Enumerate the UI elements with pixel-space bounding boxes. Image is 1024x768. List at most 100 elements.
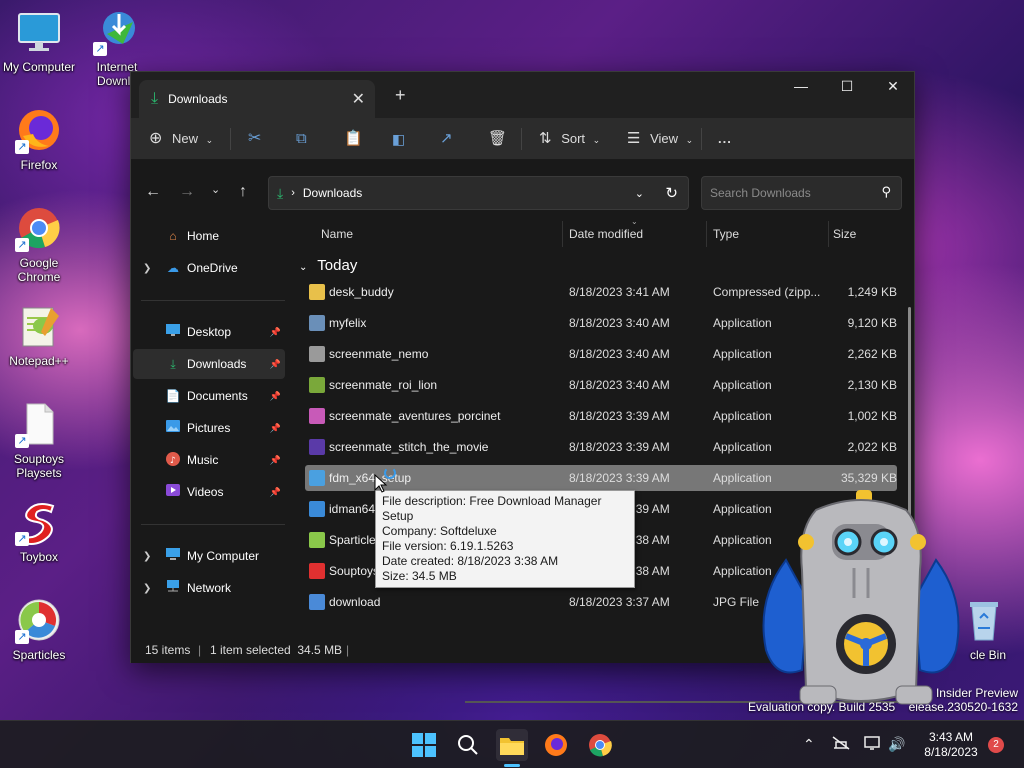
pin-icon[interactable]: 📌 [270,327,281,338]
search-icon[interactable]: ⚲ [881,184,891,200]
file-date-modified: 8/18/2023 3:40 AM [569,378,670,392]
taskbar: ⌃ 🔊 3:43 AM 8/18/2023 2 [0,720,1024,768]
pin-icon[interactable]: 📌 [270,359,281,370]
file-date-modified: 8/18/2023 3:39 AM [569,409,670,423]
volume-icon[interactable]: 🔊 [888,736,905,753]
pin-icon[interactable]: 📌 [270,455,281,466]
expand-chevron-icon[interactable]: ❯ [143,583,151,594]
desktop-icon-my-computer[interactable]: My Computer [1,8,77,74]
column-header-size[interactable]: Size [833,227,856,241]
show-hidden-icons-button[interactable]: ⌃ [803,736,815,753]
share-button[interactable]: ↗ [440,128,453,150]
nav-item-label: Downloads [187,357,247,371]
active-app-indicator [504,764,520,767]
rename-button[interactable]: ◧ [392,128,405,150]
paste-button[interactable]: 📋 [344,128,363,150]
network-status-icon[interactable] [832,736,850,753]
nav-item-downloads[interactable]: ⤓ Downloads 📌 [133,349,285,379]
minimize-button[interactable]: — [778,72,824,102]
nav-item-network[interactable]: ❯ Network [133,573,285,603]
close-window-button[interactable]: ✕ [870,72,916,102]
sort-button-label: Sort [561,131,586,146]
address-dropdown-icon[interactable]: ⌄ [635,187,644,200]
expand-chevron-icon[interactable]: ❯ [143,263,151,274]
column-divider [706,221,707,247]
maximize-button[interactable]: ☐ [824,72,870,102]
desktop-icon-google-chrome[interactable]: ↗ Google Chrome [1,204,77,284]
expand-chevron-icon[interactable]: ❯ [143,551,151,562]
shortcut-arrow-icon: ↗ [15,140,29,154]
cut-button[interactable]: ✂ [248,128,261,150]
file-type-icon [309,284,325,300]
desktop-icon-notepad-plus-plus[interactable]: Notepad++ [1,302,77,368]
close-tab-icon[interactable]: ✕ [352,89,365,109]
shortcut-arrow-icon: ↗ [15,434,29,448]
notification-badge[interactable]: 2 [988,737,1004,753]
new-tab-button[interactable]: + [395,85,406,106]
copy-button[interactable]: ⧉ [296,128,307,150]
desktop-icon-toybox[interactable]: ↗ Toybox [1,498,77,564]
file-row[interactable]: screenmate_nemo 8/18/2023 3:40 AM Applicat… [305,341,897,367]
refresh-icon[interactable]: ↻ [665,184,678,202]
display-icon[interactable] [864,736,882,753]
internet-download-manager-icon: ↗ [93,8,141,56]
taskbar-file-explorer[interactable] [496,729,528,767]
taskbar-chrome[interactable] [584,729,616,761]
scissors-icon: ✂ [248,130,262,147]
nav-item-music[interactable]: ♪ Music 📌 [133,445,285,475]
pin-icon[interactable]: 📌 [270,423,281,434]
recent-locations-button[interactable]: ⌄ [211,183,220,196]
more-options-button[interactable]: ... [718,128,732,150]
desk-buddy-robot[interactable] [756,490,966,710]
file-type: JPG File [713,595,760,609]
share-icon: ↗ [440,130,453,147]
group-header-today[interactable]: ⌄ Today [299,257,357,274]
nav-item-videos[interactable]: Videos 📌 [133,477,285,507]
forward-button[interactable]: → [179,183,195,201]
nav-item-desktop[interactable]: Desktop 📌 [133,317,285,347]
nav-item-documents[interactable]: 📄 Documents 📌 [133,381,285,411]
shortcut-arrow-icon: ↗ [15,630,29,644]
address-bar[interactable]: ⤓ › Downloads ⌄ ↻ [268,176,689,210]
file-row[interactable]: screenmate_roi_lion 8/18/2023 3:40 AM Appl… [305,372,897,398]
desktop-icon-souptoys-playsets[interactable]: ↗ Souptoys Playsets [1,400,77,480]
column-header-type[interactable]: Type [713,227,739,241]
clock-time: 3:43 AM [928,730,974,744]
file-date-modified: 8/18/2023 3:39 AM [569,471,670,485]
file-row[interactable]: screenmate_aventures_porcinet 8/18/2023 3… [305,403,897,429]
desktop-icon-firefox[interactable]: ↗ Firefox [1,106,77,172]
tab-downloads[interactable]: ⤓ Downloads ✕ [139,80,375,118]
breadcrumb-downloads[interactable]: Downloads [303,186,362,200]
file-size: 2,130 KB [847,378,897,392]
download-icon: ⤓ [151,90,159,107]
desktop-icon-sparticles[interactable]: ↗ Sparticles [1,596,77,662]
taskbar-firefox[interactable] [540,729,572,761]
file-size: 2,262 KB [847,347,897,361]
taskbar-search-button[interactable] [452,729,484,761]
taskbar-clock[interactable]: 3:43 AM 8/18/2023 [918,730,984,760]
nav-item-label: OneDrive [187,261,238,275]
view-button[interactable]: ☰ View ⌄ [627,128,693,150]
new-button[interactable]: ⊕ New ⌄ [149,128,213,150]
start-button[interactable] [408,729,440,761]
file-row[interactable]: desk_buddy 8/18/2023 3:41 AM Compressed (z… [305,279,897,305]
back-button[interactable]: ← [145,183,161,201]
up-button[interactable]: ↑ [239,183,247,201]
pin-icon[interactable]: 📌 [270,487,281,498]
nav-item-home[interactable]: ⌂ Home [133,221,285,251]
search-input[interactable] [710,186,870,200]
sort-button[interactable]: ⇅ Sort ⌄ [539,128,600,150]
view-list-icon: ☰ [627,130,641,147]
trash-icon: 🗑 [488,130,508,147]
file-row[interactable]: screenmate_stitch_the_movie 8/18/2023 3:3… [305,434,897,460]
nav-item-onedrive[interactable]: ❯ ☁ OneDrive [133,253,285,283]
search-box[interactable]: ⚲ [701,176,902,210]
column-header-name[interactable]: Name [321,227,353,241]
delete-button[interactable]: 🗑 [488,128,507,150]
nav-item-my-computer[interactable]: ❯ My Computer [133,541,285,571]
nav-item-pictures[interactable]: Pictures 📌 [133,413,285,443]
pin-icon[interactable]: 📌 [270,391,281,402]
column-header-date-modified[interactable]: Date modified [569,227,643,241]
title-bar: ⤓ Downloads ✕ + — ☐ ✕ [131,72,914,118]
file-row[interactable]: myfelix 8/18/2023 3:40 AM Application 9,120… [305,310,897,336]
